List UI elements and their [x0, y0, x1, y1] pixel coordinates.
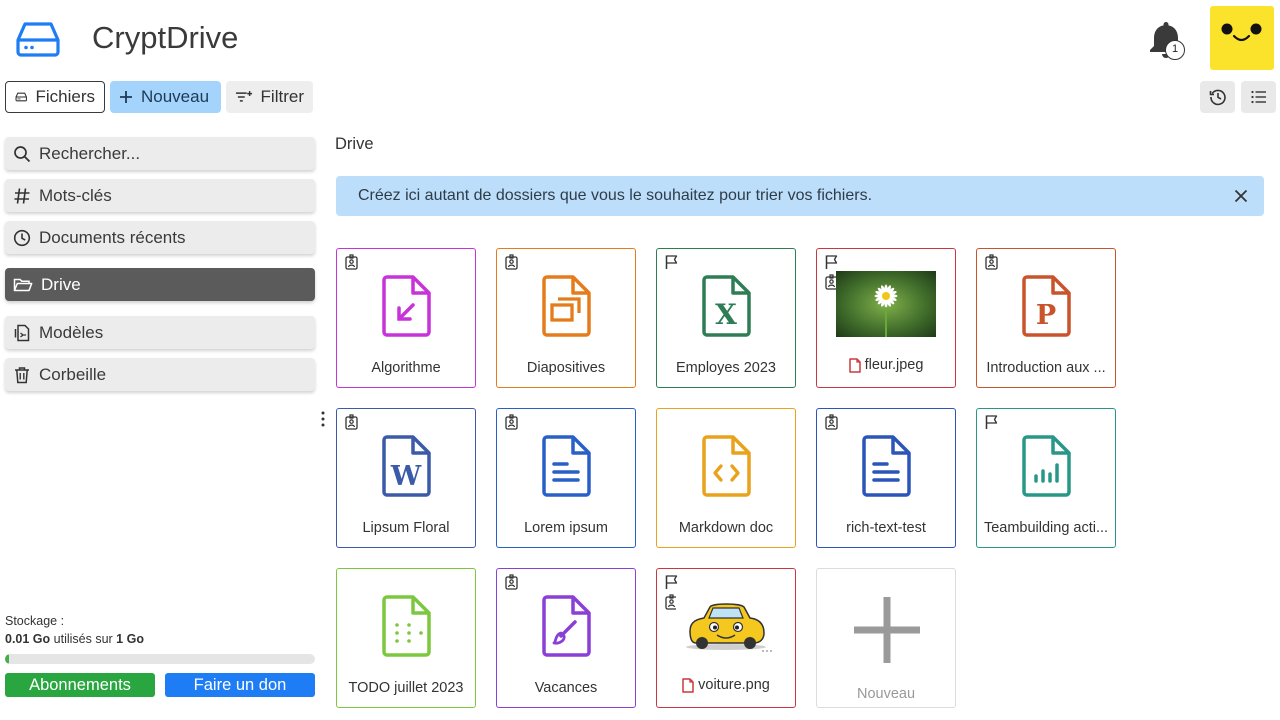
flag-icon	[664, 574, 679, 590]
file-tile[interactable]: W Lipsum Floral	[336, 408, 476, 548]
new-button-label: Nouveau	[141, 87, 210, 106]
cryptdrive-app: CryptDrive 1 Fichiers Nouveau Filtrer Re…	[0, 0, 1280, 720]
trash-icon	[15, 366, 29, 383]
flag-icon	[824, 254, 839, 270]
file-tile[interactable]: Markdown doc	[656, 408, 796, 548]
file-name: Employes 2023	[676, 360, 776, 376]
owner-badge-icon	[344, 254, 359, 270]
file-icon	[682, 677, 694, 693]
file-name: rich-text-test	[846, 520, 926, 536]
file-name: Lorem ipsum	[524, 520, 608, 536]
sidebar-resize-handle[interactable]	[319, 410, 327, 428]
hashtag-icon	[14, 187, 30, 204]
info-banner-text: Créez ici autant de dossiers que vous le…	[358, 187, 873, 204]
sidebar-item-recent[interactable]: Documents récents	[5, 221, 315, 254]
file-name: TODO juillet 2023	[348, 680, 464, 696]
plus-icon	[854, 597, 920, 663]
owner-badge-icon	[824, 414, 839, 430]
file-name: Introduction aux ...	[986, 360, 1106, 376]
file-name: Markdown doc	[678, 520, 774, 536]
svg-text:X: X	[715, 298, 737, 331]
sidebar-item-label: Rechercher...	[39, 143, 141, 163]
owner-badge-icon	[504, 414, 519, 430]
storage-total: 1 Go	[116, 632, 144, 646]
sidebar-item-drive[interactable]: Drive	[5, 268, 315, 301]
storage-usage: 0.01 Go utilisés sur 1 Go	[5, 632, 144, 646]
app-title: CryptDrive	[92, 20, 239, 55]
smiley-face-icon	[1221, 23, 1262, 42]
file-name-text: fleur.jpeg	[864, 357, 924, 373]
sidebar-item-label: Documents récents	[39, 227, 186, 247]
file-name: Vacances	[534, 680, 598, 696]
template-icon	[14, 324, 30, 341]
new-tile-label: Nouveau	[856, 686, 916, 702]
owner-badge-icon	[344, 414, 359, 430]
sidebar-item-search[interactable]: Rechercher...	[5, 137, 315, 170]
owner-badge-icon	[504, 574, 519, 590]
file-name-text: voiture.png	[698, 677, 770, 693]
file-tile[interactable]: Vacances	[496, 568, 636, 708]
storage-mid-text: utilisés sur	[50, 632, 117, 646]
file-tile[interactable]: Teambuilding acti...	[976, 408, 1116, 548]
svg-text:P: P	[1036, 300, 1056, 331]
list-view-icon	[1250, 90, 1266, 104]
file-tile[interactable]: voiture.png	[656, 568, 796, 708]
filter-button-label: Filtrer	[260, 87, 304, 106]
file-name: fleur.jpeg	[817, 357, 955, 373]
sidebar-item-label: Mots-clés	[39, 185, 112, 205]
info-banner: Créez ici autant de dossiers que vous le…	[336, 176, 1264, 216]
notification-count-badge: 1	[1165, 40, 1185, 60]
flag-icon	[664, 254, 679, 270]
storage-progress-bar	[5, 654, 315, 664]
new-button[interactable]: Nouveau	[110, 81, 221, 113]
file-name: Teambuilding acti...	[983, 520, 1109, 536]
file-name: Lipsum Floral	[362, 520, 450, 536]
new-file-tile[interactable]: Nouveau	[816, 568, 956, 708]
sidebar-item-label: Drive	[41, 274, 81, 294]
owner-badge-icon	[504, 254, 519, 270]
drive-icon	[15, 92, 27, 102]
files-button-label: Fichiers	[35, 87, 95, 106]
flag-icon	[984, 414, 999, 430]
file-tile[interactable]: TODO juillet 2023	[336, 568, 476, 708]
filter-button[interactable]: Filtrer	[226, 81, 313, 113]
user-avatar[interactable]	[1210, 6, 1274, 70]
file-tile[interactable]: Algorithme	[336, 248, 476, 388]
sidebar-item-label: Modèles	[39, 322, 104, 342]
sidebar-item-templates[interactable]: Modèles	[5, 316, 315, 349]
folder-open-icon	[13, 278, 33, 291]
file-tile[interactable]: rich-text-test	[816, 408, 956, 548]
sidebar-item-label: Corbeille	[39, 364, 107, 384]
history-icon	[1209, 89, 1226, 106]
clock-icon	[13, 229, 31, 246]
files-button[interactable]: Fichiers	[5, 81, 105, 113]
list-view-button[interactable]	[1241, 81, 1276, 113]
plus-icon	[120, 91, 132, 103]
file-name: voiture.png	[657, 677, 795, 693]
file-name: Diapositives	[526, 360, 606, 376]
sidebar-item-tags[interactable]: Mots-clés	[5, 179, 315, 212]
file-tile[interactable]: P Introduction aux ...	[976, 248, 1116, 388]
file-tile[interactable]: X Employes 2023	[656, 248, 796, 388]
file-name: Algorithme	[371, 360, 441, 376]
owner-badge-icon	[984, 254, 999, 270]
file-tile[interactable]: Diapositives	[496, 248, 636, 388]
filter-icon	[235, 91, 253, 102]
storage-progress-fill	[5, 654, 10, 664]
donate-button[interactable]: Faire un don	[165, 673, 315, 697]
history-button[interactable]	[1200, 81, 1235, 113]
file-tile[interactable]: Lorem ipsum	[496, 408, 636, 548]
sidebar-item-trash[interactable]: Corbeille	[5, 358, 315, 391]
file-icon	[848, 357, 861, 373]
storage-label: Stockage :	[5, 614, 65, 628]
search-icon	[14, 145, 31, 162]
close-icon[interactable]	[1232, 187, 1250, 205]
svg-text:W: W	[390, 461, 422, 492]
breadcrumb[interactable]: Drive	[335, 135, 374, 154]
storage-used: 0.01 Go	[5, 632, 51, 646]
drive-logo-icon[interactable]	[14, 20, 62, 58]
subscriptions-button[interactable]: Abonnements	[5, 673, 155, 697]
file-tile[interactable]: fleur.jpeg	[816, 248, 956, 388]
